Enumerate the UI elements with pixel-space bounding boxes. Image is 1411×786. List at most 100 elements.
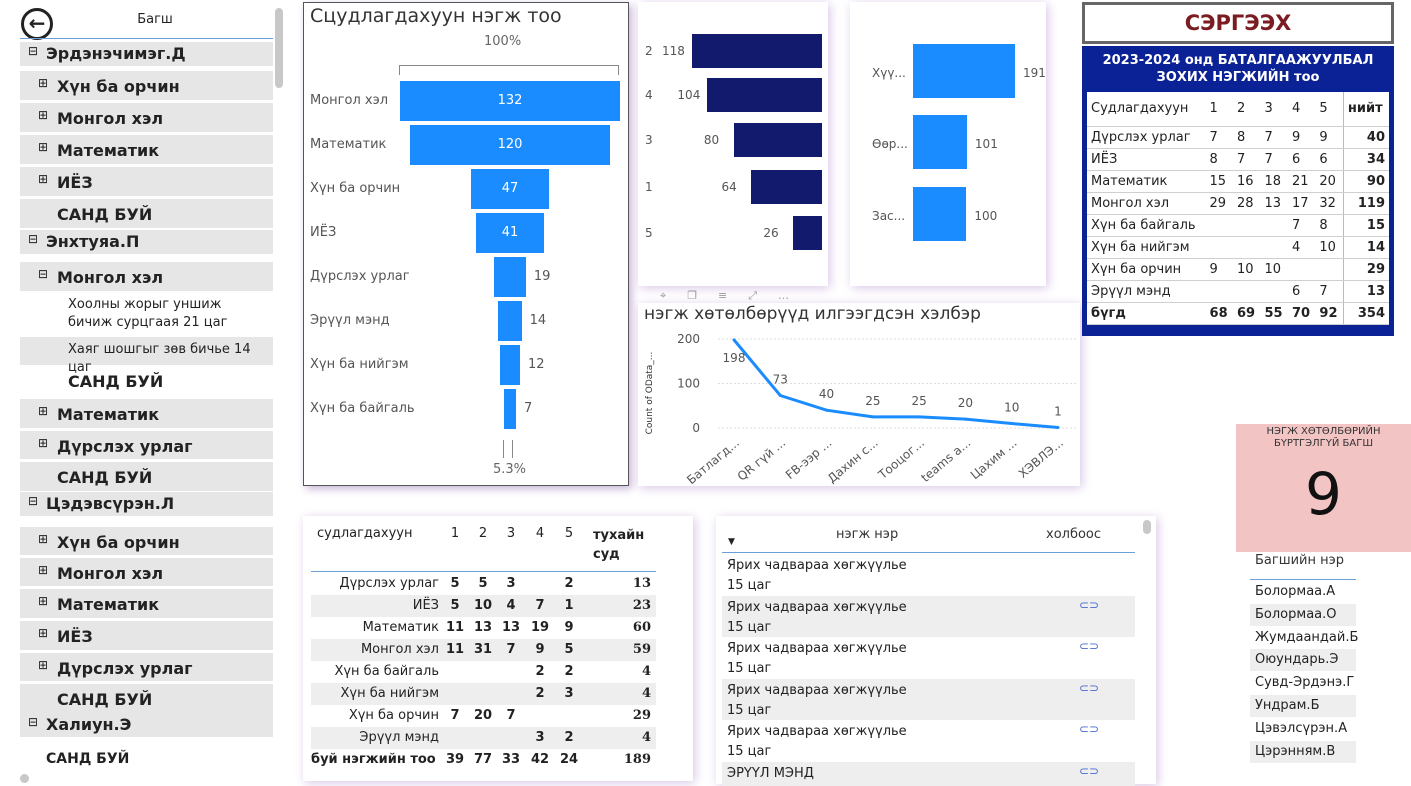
line-point[interactable] — [963, 417, 967, 421]
line-point[interactable] — [778, 394, 782, 398]
reset-button[interactable]: СЭРГЭЭХ — [1082, 2, 1394, 44]
teacher-list-item[interactable]: Болормаа.О — [1250, 603, 1356, 626]
sort-desc-icon[interactable]: ▼ — [728, 537, 735, 547]
tree-row-subject[interactable]: ⊟ Монгол хэл — [20, 259, 273, 291]
funnel-bar[interactable] — [504, 389, 516, 429]
tree-row-teacher[interactable]: ⊟ Энхтуяа.П — [20, 230, 273, 254]
funnel-bar[interactable]: 41 — [475, 213, 545, 253]
teacher-list-item[interactable]: Цэрэнням.В — [1250, 740, 1356, 763]
pin-icon[interactable]: ⌖ — [660, 289, 666, 302]
bottom-header-cell[interactable]: 5 — [563, 526, 575, 541]
more-options-icon[interactable]: … — [778, 289, 789, 302]
tree-row-subject[interactable]: ⊞ Хүн ба орчин — [20, 68, 273, 100]
bottom-header-cell[interactable]: 1 — [449, 526, 461, 541]
navy-bar[interactable] — [692, 34, 822, 68]
summary-header-cell[interactable]: 2 — [1233, 92, 1261, 127]
tree-row-subject[interactable]: ⊞ Математик — [20, 396, 273, 428]
line-point[interactable] — [1056, 426, 1060, 430]
line-point[interactable] — [732, 338, 736, 342]
expand-icon[interactable]: ⊞ — [38, 627, 48, 639]
tree-row-subject[interactable]: ⊞ Хүн ба орчин — [20, 524, 273, 556]
teacher-list-item[interactable]: Цэвэлсүрэн.А — [1250, 717, 1356, 740]
bottom-header-cell[interactable]: тухайн суд — [593, 526, 653, 564]
link-icon[interactable]: ⊂⊃ — [1079, 764, 1099, 778]
tree-row-subject[interactable]: ⊞ Математик — [20, 586, 273, 618]
link-icon[interactable]: ⊂⊃ — [1079, 681, 1099, 695]
bottom-header-cell[interactable]: 3 — [505, 526, 517, 541]
line-point[interactable] — [871, 415, 875, 419]
unit-name[interactable]: Ярих чадвараа хөгжүүлье 15 цаг — [727, 598, 927, 638]
units-header-name[interactable]: нэгж нэр — [836, 527, 898, 542]
units-header-link[interactable]: холбоос — [1046, 527, 1101, 542]
navy-bar[interactable] — [707, 78, 822, 112]
navy-bar[interactable] — [751, 170, 822, 204]
teacher-list-item[interactable]: Жумдаандай.Б — [1250, 626, 1358, 649]
focus-mode-icon[interactable]: ⤢ — [748, 289, 757, 302]
tree-row-leaf[interactable]: Хоолны жорыг уншиж бичиж сурцгаая 21 цаг — [20, 292, 273, 334]
expand-icon[interactable]: ⊞ — [38, 109, 48, 121]
link-icon[interactable]: ⊂⊃ — [1079, 598, 1099, 612]
units-scrollbar[interactable] — [1143, 520, 1151, 534]
tree-row-subject[interactable]: ⊞ Дүрслэх урлаг — [20, 428, 273, 460]
tree-row-leaf[interactable]: Хаяг шошгыг зөв бичье 14 цаг — [20, 337, 273, 375]
tree-row-total2[interactable]: САНД БУЙ — [20, 368, 273, 396]
expand-icon[interactable]: ⊞ — [38, 595, 48, 607]
summary-header-cell[interactable]: 5 — [1315, 92, 1344, 127]
teacher-list-item[interactable]: Болормаа.А — [1250, 581, 1356, 603]
back-arrow-icon[interactable]: ← — [21, 8, 53, 40]
expand-icon[interactable]: ⊟ — [28, 716, 38, 728]
tree-row-total3[interactable]: САНД БУЙ — [20, 748, 273, 770]
teacher-list-item[interactable]: Ундрам.Б — [1250, 695, 1356, 717]
blue-bar[interactable] — [913, 44, 1015, 98]
expand-icon[interactable]: ⊞ — [38, 437, 48, 449]
teacher-list-item[interactable]: Сувд-Эрдэнэ.Г — [1250, 672, 1356, 695]
funnel-bar[interactable]: 47 — [470, 169, 550, 209]
navy-bar[interactable] — [793, 216, 822, 250]
line-point[interactable] — [917, 415, 921, 419]
expand-icon[interactable]: ⊟ — [38, 268, 48, 280]
tree-row-teacher[interactable]: ⊟ Халиун.Э — [20, 713, 273, 737]
tree-row-total[interactable]: САНД БУЙ — [20, 459, 273, 491]
bottom-header-cell[interactable]: судлагдахуун — [317, 526, 437, 541]
funnel-bar[interactable]: 132 — [400, 81, 620, 121]
funnel-bar[interactable] — [498, 301, 522, 341]
tree-row-subject[interactable]: ⊞ ИЁЗ — [20, 618, 273, 650]
unit-name[interactable]: ЭРҮҮЛ МЭНД — [727, 764, 927, 784]
tree-row-subject[interactable]: ⊞ Монгол хэл — [20, 100, 273, 132]
tree-row-subject[interactable]: ⊞ Дүрслэх урлаг — [20, 650, 273, 682]
summary-header-cell[interactable]: 4 — [1287, 92, 1316, 127]
expand-icon[interactable]: ⊞ — [38, 77, 48, 89]
summary-header-cell[interactable]: Судлагдахуун — [1087, 92, 1206, 127]
blue-bar[interactable] — [913, 187, 967, 241]
expand-icon[interactable]: ⊟ — [28, 233, 38, 245]
expand-icon[interactable]: ⊞ — [38, 141, 48, 153]
teacher-list-item[interactable]: Оюундарь.Э — [1250, 649, 1356, 672]
navy-bar[interactable] — [733, 123, 822, 157]
tree-row-total[interactable]: САНД БУЙ — [20, 681, 273, 713]
tree-row-subject[interactable]: ⊞ Монгол хэл — [20, 555, 273, 587]
funnel-bar[interactable] — [500, 345, 520, 385]
blue-bar[interactable] — [913, 115, 967, 169]
copy-icon[interactable]: ❐ — [687, 289, 697, 302]
unit-name[interactable]: Ярих чадвараа хөгжүүлье 15 цаг — [727, 681, 927, 721]
tree-row-total[interactable]: САНД БУЙ — [20, 196, 273, 228]
tree-row-subject[interactable]: ⊞ ИЁЗ — [20, 164, 273, 196]
line-point[interactable] — [825, 408, 829, 412]
filter-icon[interactable]: ≡ — [718, 289, 727, 302]
bottom-header-cell[interactable]: 2 — [477, 526, 489, 541]
expand-icon[interactable]: ⊟ — [28, 495, 38, 507]
tree-scroll-dot[interactable] — [20, 774, 29, 783]
expand-icon[interactable]: ⊞ — [38, 659, 48, 671]
funnel-bar[interactable]: 120 — [410, 125, 610, 165]
unit-name[interactable]: Ярих чадвараа хөгжүүлье 15 цаг — [727, 639, 927, 679]
summary-header-cell[interactable]: 1 — [1205, 92, 1233, 127]
expand-icon[interactable]: ⊞ — [38, 405, 48, 417]
expand-icon[interactable]: ⊞ — [38, 533, 48, 545]
tree-row-subject[interactable]: ⊞ Математик — [20, 132, 273, 164]
summary-header-cell[interactable]: 3 — [1260, 92, 1288, 127]
line-point[interactable] — [1010, 422, 1014, 426]
visual-toolbar[interactable]: ⌖ ❐ ≡ ⤢ … — [660, 289, 825, 303]
link-icon[interactable]: ⊂⊃ — [1079, 639, 1099, 653]
unit-name[interactable]: Ярих чадвараа хөгжүүлье 15 цаг — [727, 722, 927, 762]
bottom-header-cell[interactable]: 4 — [534, 526, 546, 541]
